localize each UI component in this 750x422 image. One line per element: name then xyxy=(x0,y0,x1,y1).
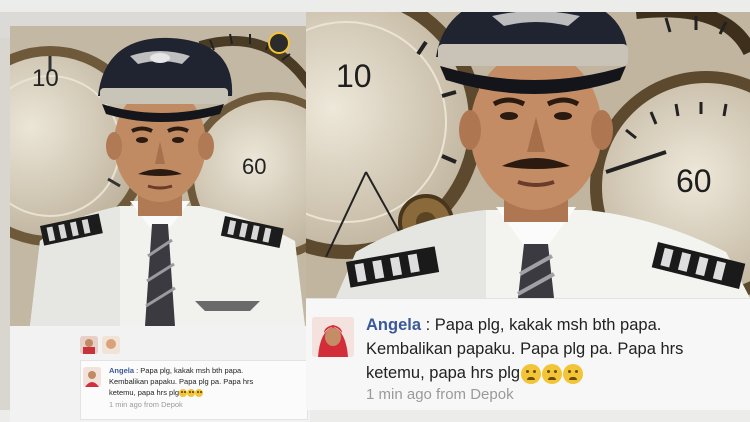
small-comment-feed: Angela : Papa plg, kakak msh bth papa. K… xyxy=(10,326,310,422)
comment-line2: Kembalikan papaku. Papa plg pa. Papa hrs xyxy=(366,340,684,358)
small-comment-line3: ketemu, papa hrs plg xyxy=(109,387,204,398)
small-avatar-2 xyxy=(102,336,120,354)
crying-emoji-icon xyxy=(179,389,188,398)
small-comment-card: Angela : Papa plg, kakak msh bth papa. K… xyxy=(80,360,308,420)
small-comment-avatar xyxy=(83,367,101,387)
comment-avatar[interactable] xyxy=(312,317,354,357)
crying-emoji-icon xyxy=(563,363,584,384)
comment-card: Angela : Papa plg, kakak msh bth papa. K… xyxy=(306,298,750,410)
photo-collage: 10 60 Angela: Papa plg, kakak msh bth p… xyxy=(0,0,750,422)
pilot-photo-large: 10 60 xyxy=(306,12,750,298)
crying-emoji-icon xyxy=(542,363,563,384)
avatar-icon xyxy=(102,336,120,354)
crying-emoji-icon xyxy=(195,389,204,398)
comment-meta[interactable]: 1 min ago from Depok xyxy=(366,383,514,407)
svg-text:60: 60 xyxy=(242,154,266,179)
corner-emoji-badge xyxy=(268,32,290,54)
small-comment-line2: Kembalikan papaku. Papa plg pa. Papa hrs xyxy=(109,377,254,386)
comment-author[interactable]: Angela xyxy=(366,316,421,334)
svg-text:10: 10 xyxy=(32,65,59,92)
avatar-icon xyxy=(80,336,98,354)
comment-line3: ketemu, papa hrs plg xyxy=(366,361,584,385)
crying-emoji-icon xyxy=(187,389,196,398)
small-screenshot: 10 60 Angela: Papa plg, kakak msh bth p… xyxy=(0,12,312,422)
svg-text:60: 60 xyxy=(676,163,712,199)
avatar-icon xyxy=(83,367,101,387)
pilot-photo-large-icon: 10 60 xyxy=(306,12,750,298)
small-avatar-1 xyxy=(80,336,98,354)
svg-text:10: 10 xyxy=(336,58,372,94)
small-comment-line1: Angela : Papa plg, kakak msh bth papa. xyxy=(109,366,244,375)
avatar-icon xyxy=(312,317,354,357)
small-comment-author[interactable]: Angela xyxy=(109,366,134,375)
small-comment-meta[interactable]: 1 min ago from Depok xyxy=(109,399,183,410)
pilot-photo-small-icon: 10 60 xyxy=(10,26,308,326)
comment-line1: Angela : Papa plg, kakak msh bth papa. xyxy=(366,316,662,334)
crying-emoji-icon xyxy=(521,363,542,384)
pilot-photo-small: 10 60 xyxy=(10,26,310,326)
